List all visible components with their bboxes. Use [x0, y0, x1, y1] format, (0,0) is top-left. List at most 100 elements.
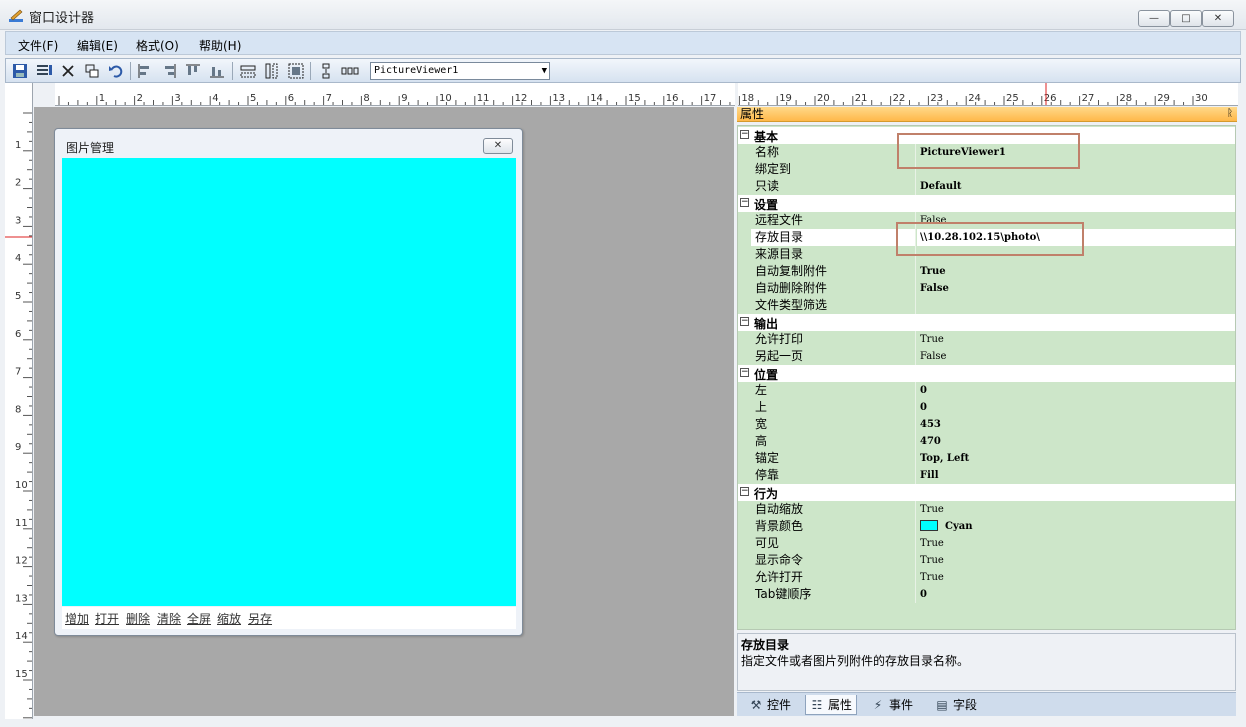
- property-row[interactable]: 另起一页 False: [738, 348, 1235, 365]
- property-row[interactable]: 自动缩放 True: [738, 501, 1235, 518]
- form-close-button[interactable]: ✕: [483, 138, 513, 154]
- property-value[interactable]: Default: [917, 178, 1235, 195]
- designed-form[interactable]: 图片管理 ✕ 增加 打开 删除 清除 全屏 缩放 另存: [54, 128, 523, 636]
- property-value[interactable]: True: [917, 263, 1235, 280]
- ruler-label: 8: [363, 93, 369, 104]
- delete-icon[interactable]: [59, 62, 77, 80]
- property-value[interactable]: 0: [917, 586, 1235, 603]
- link-add[interactable]: 增加: [65, 610, 89, 627]
- ruler-label: 2: [15, 178, 21, 189]
- property-value[interactable]: True: [917, 501, 1235, 518]
- same-width-icon[interactable]: [239, 62, 257, 80]
- property-value[interactable]: 0: [917, 382, 1235, 399]
- menu-edit[interactable]: 编辑(E): [77, 37, 118, 54]
- collapse-icon[interactable]: −: [740, 130, 749, 139]
- property-value-text: True: [920, 572, 944, 583]
- property-name: 绑定到: [751, 161, 916, 178]
- chevron-down-icon[interactable]: ▼: [542, 63, 547, 79]
- same-size-icon[interactable]: [287, 62, 305, 80]
- link-save-as[interactable]: 另存: [248, 610, 272, 627]
- property-row[interactable]: 显示命令 True: [738, 552, 1235, 569]
- collapse-icon[interactable]: −: [740, 198, 749, 207]
- menu-format[interactable]: 格式(O): [136, 37, 179, 54]
- vertical-spacing-icon[interactable]: [317, 62, 335, 80]
- ruler-label: 29: [1157, 93, 1170, 104]
- property-category[interactable]: − 输出: [738, 314, 1235, 331]
- tab-controls[interactable]: ⚒ 控件: [745, 695, 795, 715]
- property-row[interactable]: 允许打开 True: [738, 569, 1235, 586]
- property-value[interactable]: [917, 297, 1235, 314]
- save-icon[interactable]: [11, 62, 29, 80]
- property-value[interactable]: False: [917, 348, 1235, 365]
- link-delete[interactable]: 删除: [126, 610, 150, 627]
- link-clear[interactable]: 清除: [157, 610, 181, 627]
- property-category[interactable]: − 位置: [738, 365, 1235, 382]
- tab-fields[interactable]: ▤ 字段: [931, 695, 981, 715]
- link-fullscreen[interactable]: 全屏: [187, 610, 211, 627]
- property-value[interactable]: 470: [917, 433, 1235, 450]
- property-row[interactable]: 可见 True: [738, 535, 1235, 552]
- property-value[interactable]: True: [917, 552, 1235, 569]
- undo-icon[interactable]: [107, 62, 125, 80]
- property-row[interactable]: 停靠 Fill: [738, 467, 1235, 484]
- align-right-icon[interactable]: [160, 62, 178, 80]
- collapse-icon[interactable]: −: [740, 317, 749, 326]
- property-row[interactable]: 只读 Default: [738, 178, 1235, 195]
- property-row[interactable]: 允许打印 True: [738, 331, 1235, 348]
- tab-events[interactable]: ⚡ 事件: [867, 695, 917, 715]
- property-value[interactable]: Fill: [917, 467, 1235, 484]
- property-category[interactable]: − 设置: [738, 195, 1235, 212]
- property-value[interactable]: 453: [917, 416, 1235, 433]
- properties-title: 属性: [740, 107, 765, 121]
- property-row[interactable]: 上0: [738, 399, 1235, 416]
- ruler-label: 5: [250, 93, 256, 104]
- property-row[interactable]: 高 470: [738, 433, 1235, 450]
- property-row[interactable]: 左0: [738, 382, 1235, 399]
- property-value[interactable]: True: [917, 569, 1235, 586]
- ruler-label: 17: [704, 93, 717, 104]
- property-value-text: Default: [920, 181, 962, 192]
- collapse-icon[interactable]: −: [740, 368, 749, 377]
- property-row[interactable]: 自动复制附件 True: [738, 263, 1235, 280]
- horizontal-spacing-icon[interactable]: [341, 62, 359, 80]
- link-zoom[interactable]: 缩放: [217, 610, 241, 627]
- menu-file[interactable]: 文件(F): [18, 37, 58, 54]
- component-select[interactable]: PictureViewer1 ▼: [370, 62, 550, 80]
- property-value[interactable]: Top, Left: [917, 450, 1235, 467]
- align-top-icon[interactable]: [184, 62, 202, 80]
- maximize-button[interactable]: □: [1170, 10, 1202, 27]
- property-row[interactable]: 背景颜色 Cyan: [738, 518, 1235, 535]
- category-name: 输出: [754, 317, 779, 331]
- property-grid[interactable]: − 基本 名称 PictureViewer1 绑定到 只读 Default − 设置 远程文件 Fa…: [737, 125, 1236, 630]
- property-value[interactable]: 0: [917, 399, 1235, 416]
- designer-icon: [9, 9, 23, 22]
- property-value[interactable]: True: [917, 535, 1235, 552]
- link-open[interactable]: 打开: [95, 610, 119, 627]
- ruler-label: 7: [326, 93, 332, 104]
- picture-viewer[interactable]: [62, 158, 516, 606]
- menu-help[interactable]: 帮助(H): [199, 37, 241, 54]
- ruler-label: 13: [15, 593, 28, 604]
- property-row[interactable]: 宽 453: [738, 416, 1235, 433]
- property-value[interactable]: False: [917, 280, 1235, 297]
- property-value[interactable]: True: [917, 331, 1235, 348]
- property-value-text: Cyan: [945, 521, 973, 532]
- copy-icon[interactable]: [83, 62, 101, 80]
- collapse-icon[interactable]: −: [740, 487, 749, 496]
- save-all-icon[interactable]: [35, 62, 53, 80]
- property-value[interactable]: Cyan: [917, 518, 1235, 535]
- align-bottom-icon[interactable]: [208, 62, 226, 80]
- property-value-text: True: [920, 504, 944, 515]
- minimize-button[interactable]: —: [1138, 10, 1170, 27]
- property-category[interactable]: − 行为: [738, 484, 1235, 501]
- property-row[interactable]: 锚定 Top, Left: [738, 450, 1235, 467]
- tab-properties[interactable]: ☷ 属性: [805, 695, 858, 715]
- ruler-label: 5: [15, 291, 21, 302]
- property-row[interactable]: Tab键顺序 0: [738, 586, 1235, 603]
- close-button[interactable]: ✕: [1202, 10, 1234, 27]
- align-left-icon[interactable]: [136, 62, 154, 80]
- same-height-icon[interactable]: [263, 62, 281, 80]
- pin-icon[interactable]: ᚱ: [1227, 107, 1233, 121]
- property-row[interactable]: 文件类型筛选: [738, 297, 1235, 314]
- property-row[interactable]: 自动删除附件 False: [738, 280, 1235, 297]
